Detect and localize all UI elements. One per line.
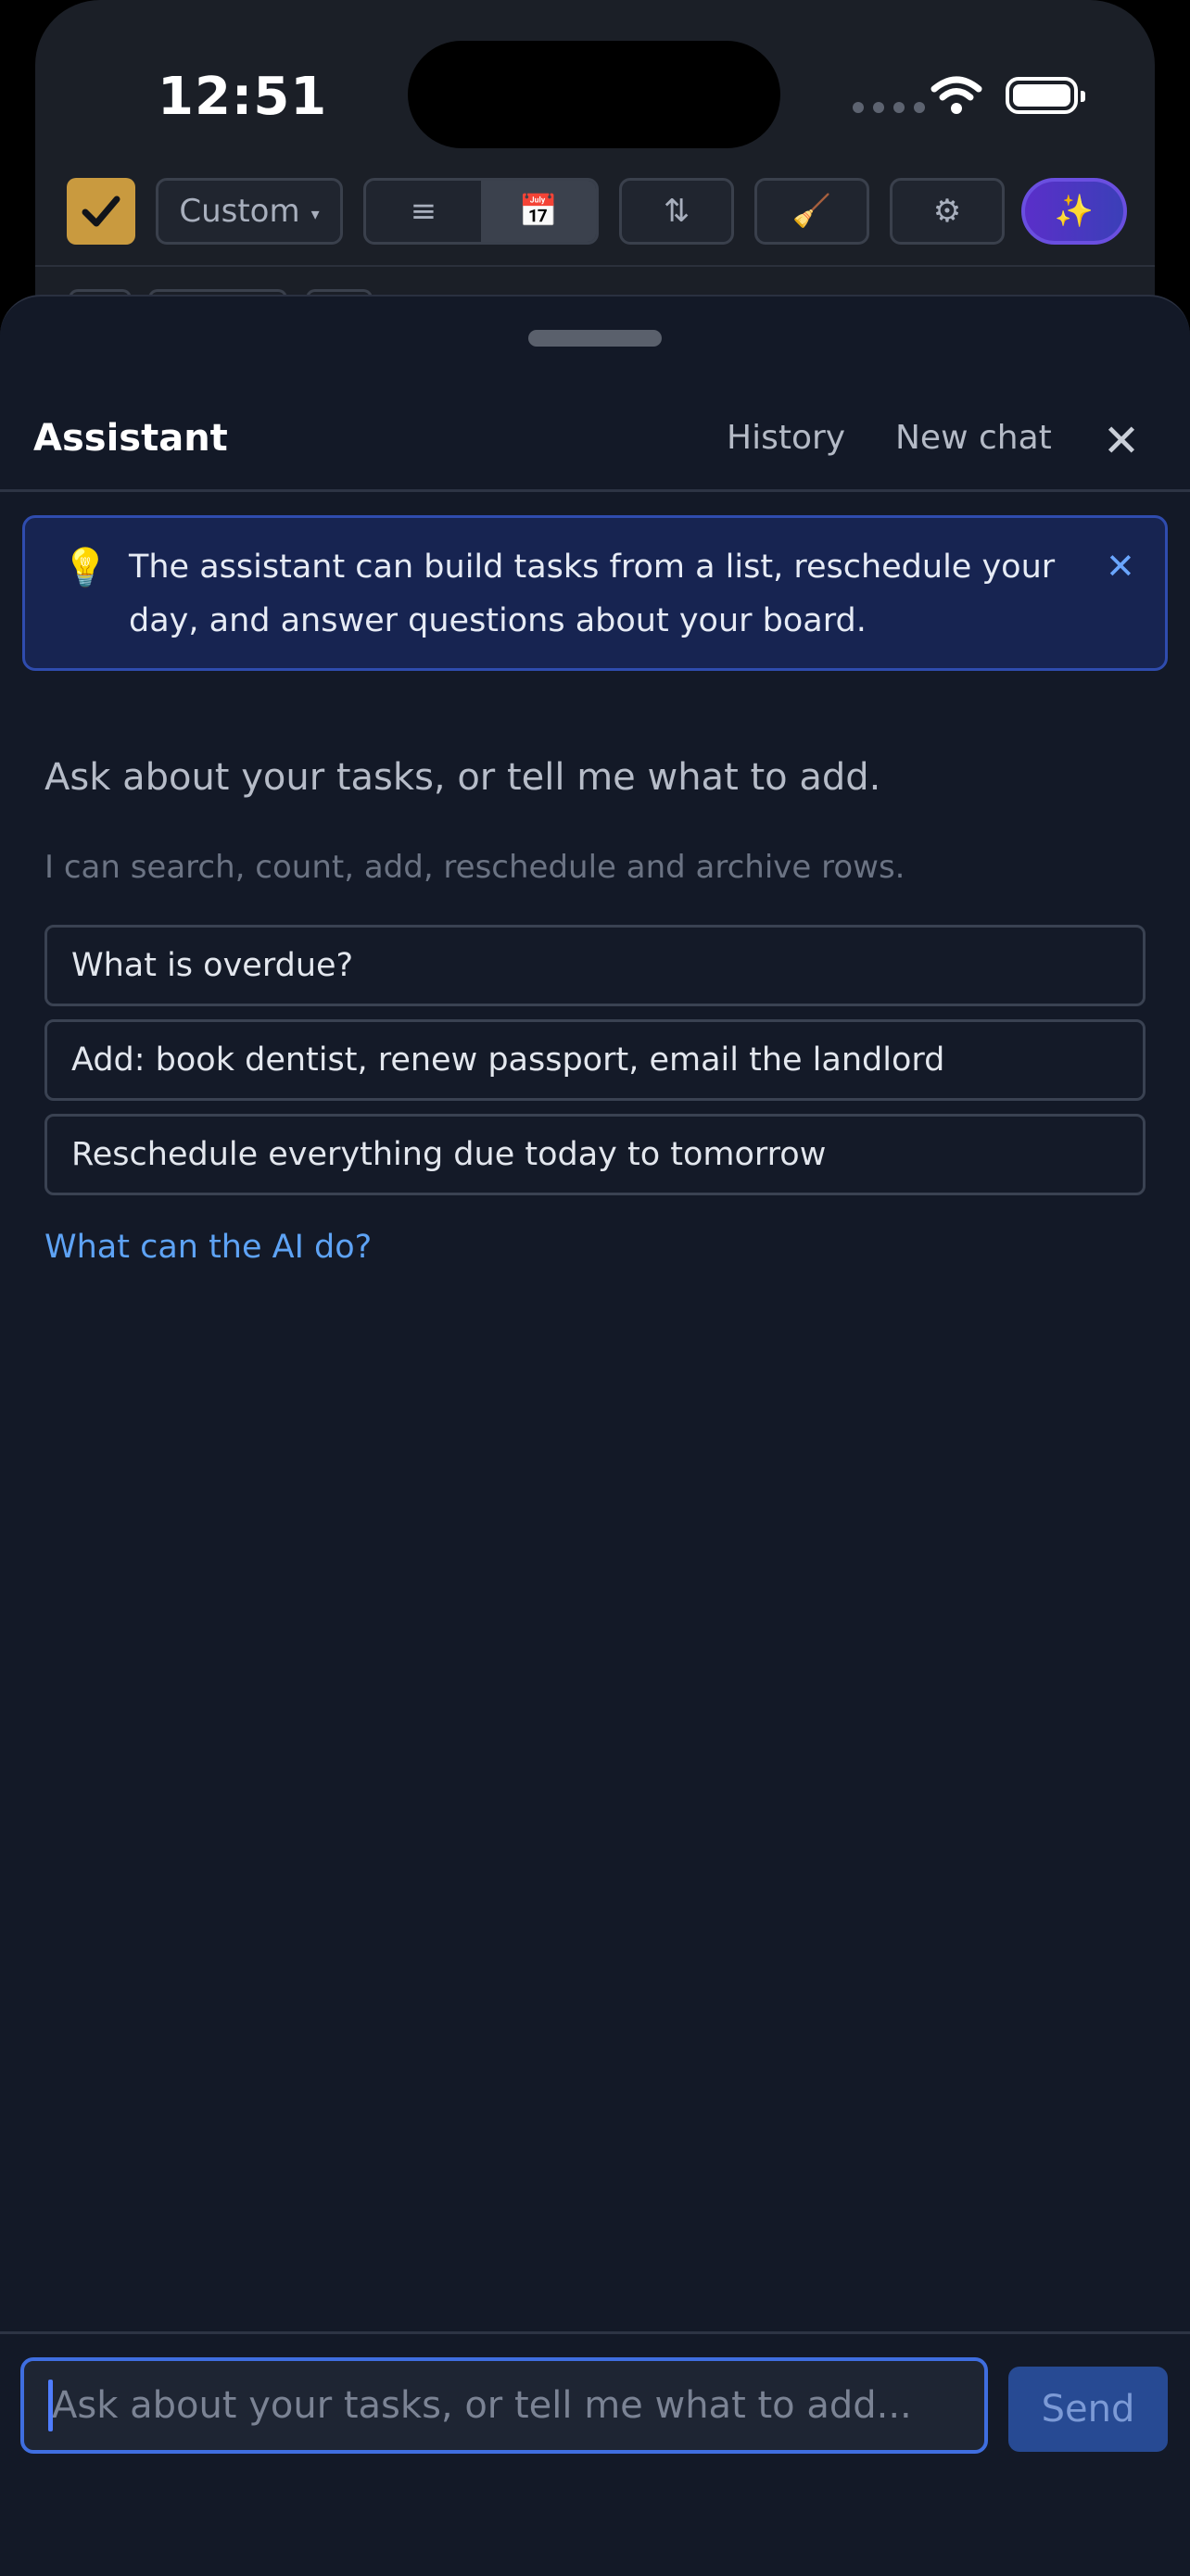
battery-icon	[1006, 77, 1085, 114]
close-icon[interactable]: ✕	[1099, 415, 1144, 467]
empty-state-title: Ask about your tasks, or tell me what to…	[44, 756, 881, 799]
new-chat-button[interactable]: New chat	[895, 419, 1052, 457]
sheet-title: Assistant	[33, 417, 228, 460]
toolbar-divider	[35, 265, 1155, 267]
suggestion-chip[interactable]: Add: book dentist, renew passport, email…	[44, 1019, 1146, 1101]
cellular-signal-icon	[853, 102, 925, 113]
checkmark-icon	[82, 196, 120, 227]
ai-assistant-button[interactable]: ✨	[1021, 178, 1127, 245]
message-input[interactable]	[20, 2357, 988, 2454]
composer-divider	[0, 2331, 1190, 2334]
view-toggle: ≡ 📅	[363, 178, 599, 245]
dynamic-island	[408, 41, 780, 148]
sparkles-icon: ✨	[1054, 193, 1095, 230]
list-view-icon[interactable]: ≡	[366, 181, 481, 242]
sheet-grabber[interactable]	[528, 330, 662, 347]
empty-state-subtitle: I can search, count, add, reschedule and…	[44, 849, 905, 886]
filter-label: Custom	[179, 193, 300, 230]
suggestion-chip[interactable]: Reschedule everything due today to tomor…	[44, 1114, 1146, 1195]
calendar-view-icon[interactable]: 📅	[481, 181, 596, 242]
filter-dropdown[interactable]: Custom ▾	[156, 178, 343, 245]
settings-button[interactable]: ⚙	[890, 178, 1005, 245]
header-divider	[0, 489, 1190, 492]
ai-help-link[interactable]: What can the AI do?	[44, 1229, 372, 1266]
sort-icon: ⇅	[663, 193, 690, 230]
tip-banner: 💡 The assistant can build tasks from a l…	[22, 515, 1168, 671]
assistant-sheet: Assistant History New chat ✕ 💡 The assis…	[0, 295, 1190, 2576]
history-button[interactable]: History	[727, 419, 845, 457]
broom-icon: 🧹	[791, 193, 832, 230]
tip-text: The assistant can build tasks from a lis…	[129, 549, 1056, 639]
suggestion-chip[interactable]: What is overdue?	[44, 925, 1146, 1006]
dismiss-tip-icon[interactable]: ✕	[1106, 546, 1135, 587]
wifi-icon	[930, 76, 982, 114]
app-logo-check-button[interactable]	[67, 178, 135, 245]
sheet-header: Assistant History New chat ✕	[0, 408, 1190, 497]
app-toolbar: Custom ▾ ≡ 📅 ⇅ 🧹 ⚙ ✨	[0, 178, 1190, 248]
lightbulb-icon: 💡	[62, 547, 108, 589]
gear-icon: ⚙	[932, 193, 962, 230]
cleanup-button[interactable]: 🧹	[754, 178, 869, 245]
text-cursor	[48, 2380, 53, 2431]
status-time: 12:51	[158, 67, 328, 127]
chevron-down-icon: ▾	[310, 204, 320, 224]
sort-button[interactable]: ⇅	[619, 178, 734, 245]
send-button[interactable]: Send	[1008, 2367, 1168, 2452]
